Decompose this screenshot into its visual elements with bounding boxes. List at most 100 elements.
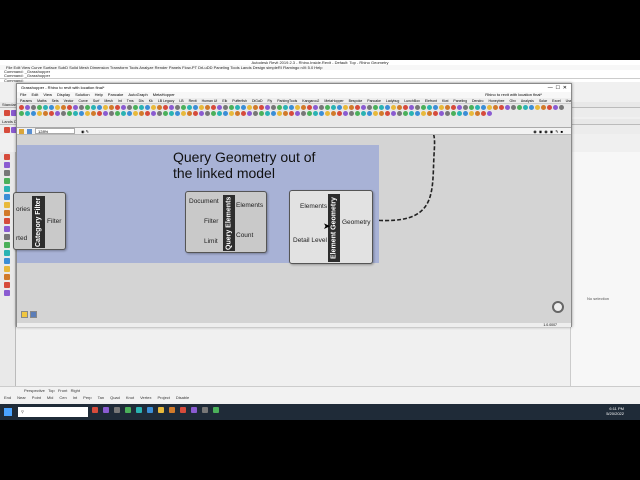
gh-component-icon[interactable]	[439, 105, 444, 110]
view-tab-right[interactable]: Right	[71, 388, 80, 393]
taskbar-app-icon[interactable]	[92, 407, 98, 413]
gh-component-icon[interactable]	[295, 105, 300, 110]
gh-component-icon[interactable]	[19, 105, 24, 110]
gh-component-icon[interactable]	[181, 105, 186, 110]
windows-start-icon[interactable]	[4, 408, 12, 416]
gh-component-icon[interactable]	[343, 105, 348, 110]
gh-tab-fly[interactable]: Fly	[268, 99, 273, 103]
gh-tab-kangaroo2[interactable]: Kangaroo2	[302, 99, 319, 103]
taskbar-app-icon[interactable]	[180, 407, 186, 413]
gh-document-name[interactable]: Rhino to revit with location final*	[485, 92, 542, 98]
gh-component-icon[interactable]	[103, 105, 108, 110]
gh-component-icon[interactable]	[361, 105, 366, 110]
gh-component-icon[interactable]	[487, 105, 492, 110]
gh-component-icon[interactable]	[115, 105, 120, 110]
rhino-side-tool-icon[interactable]	[4, 186, 10, 192]
output-filter[interactable]: Filter	[47, 218, 61, 225]
gh-tab-mesh[interactable]: Mesh	[104, 99, 113, 103]
gh-component-icon[interactable]	[319, 105, 324, 110]
gh-component-icon[interactable]	[313, 105, 318, 110]
gh-tab-lb[interactable]: LB	[179, 99, 183, 103]
gh-component-icon[interactable]	[121, 105, 126, 110]
gh-render-icon[interactable]: ■	[561, 129, 565, 134]
gh-component-icon[interactable]	[229, 111, 234, 116]
gh-component-icon[interactable]	[97, 111, 102, 116]
gh-component-icon[interactable]	[373, 105, 378, 110]
gh-component-icon[interactable]	[463, 105, 468, 110]
rhino-side-tool-icon[interactable]	[4, 242, 10, 248]
gh-component-icon[interactable]	[133, 111, 138, 116]
gh-component-icon[interactable]	[73, 111, 78, 116]
gh-tab-metahopper[interactable]: MetaHopper	[324, 99, 343, 103]
gh-menu-edit[interactable]: Edit	[31, 92, 38, 97]
rhino-side-tool-icon[interactable]	[4, 234, 10, 240]
osnap-mid[interactable]: Mid	[47, 395, 53, 400]
gh-component-icon[interactable]	[487, 111, 492, 116]
gh-component-icon[interactable]	[427, 111, 432, 116]
output-count[interactable]: Count	[236, 232, 253, 239]
gh-component-icon[interactable]	[397, 105, 402, 110]
view-tab-top[interactable]: Top	[48, 388, 54, 393]
taskbar-app-icon[interactable]	[202, 407, 208, 413]
gh-component-icon[interactable]	[271, 105, 276, 110]
gh-component-icon[interactable]	[193, 105, 198, 110]
gh-component-icon[interactable]	[55, 105, 60, 110]
gh-component-icon[interactable]	[73, 105, 78, 110]
gh-component-icon[interactable]	[325, 111, 330, 116]
rhino-side-tool-icon[interactable]	[4, 282, 10, 288]
gh-component-icon[interactable]	[163, 111, 168, 116]
gh-component-icon[interactable]	[265, 105, 270, 110]
gh-component-icon[interactable]	[415, 111, 420, 116]
gh-tab-kiwi[interactable]: Kiwi	[442, 99, 448, 103]
rhino-side-tool-icon[interactable]	[4, 210, 10, 216]
gh-component-icon[interactable]	[247, 111, 252, 116]
gh-component-icon[interactable]	[277, 111, 282, 116]
view-tab-front[interactable]: Front	[58, 388, 67, 393]
rhino-side-tool-icon[interactable]	[4, 170, 10, 176]
rhino-side-tool-icon[interactable]	[4, 202, 10, 208]
gh-component-icon[interactable]	[337, 111, 342, 116]
gh-tab-solar[interactable]: Solar	[539, 99, 547, 103]
gh-component-icon[interactable]	[463, 111, 468, 116]
gh-component-icon[interactable]	[409, 111, 414, 116]
gh-component-icon[interactable]	[229, 105, 234, 110]
minimize-icon[interactable]: —	[548, 85, 553, 91]
gh-component-icon[interactable]	[379, 105, 384, 110]
osnap-cen[interactable]: Cen	[59, 395, 66, 400]
gh-component-icon[interactable]	[439, 111, 444, 116]
gh-menu-pancake[interactable]: Pancake	[108, 92, 124, 97]
gh-component-icon[interactable]	[157, 105, 162, 110]
gh-component-icon[interactable]	[259, 105, 264, 110]
gh-component-icon[interactable]	[181, 111, 186, 116]
gh-component-icon[interactable]	[349, 105, 354, 110]
gh-component-icon[interactable]	[403, 105, 408, 110]
gh-component-icon[interactable]	[133, 105, 138, 110]
gh-component-icon[interactable]	[247, 105, 252, 110]
gh-component-icon[interactable]	[409, 105, 414, 110]
gh-component-icon[interactable]	[469, 111, 474, 116]
gh-component-icon[interactable]	[223, 105, 228, 110]
gh-component-icon[interactable]	[25, 111, 30, 116]
gh-component-icon[interactable]	[61, 105, 66, 110]
gh-component-icon[interactable]	[367, 111, 372, 116]
gh-component-icon[interactable]	[31, 111, 36, 116]
gh-component-icon[interactable]	[79, 105, 84, 110]
osnap-knot[interactable]: Knot	[126, 395, 134, 400]
gh-component-icon[interactable]	[343, 111, 348, 116]
gh-component-icon[interactable]	[385, 105, 390, 110]
gh-menu-metahopper[interactable]: MetaHopper	[153, 92, 175, 97]
gh-tab-sets[interactable]: Sets	[52, 99, 59, 103]
gh-tab-user[interactable]: User	[566, 99, 571, 103]
input-categories[interactable]: ories	[16, 206, 30, 213]
component-element-geometry[interactable]: Elements Detail Level Element Geometry G…	[289, 190, 373, 264]
taskbar-app-icon[interactable]	[103, 407, 109, 413]
gh-component-icon[interactable]	[145, 105, 150, 110]
gh-component-icon[interactable]	[433, 105, 438, 110]
gh-zoom-field[interactable]: 128%	[35, 128, 75, 134]
gh-tab-bespoke[interactable]: Bespoke	[349, 99, 363, 103]
taskbar-app-icon[interactable]	[169, 407, 175, 413]
rhino-side-tool-icon[interactable]	[4, 178, 10, 184]
osnap-perp[interactable]: Perp	[83, 395, 91, 400]
gh-component-icon[interactable]	[307, 111, 312, 116]
gh-component-icon[interactable]	[319, 111, 324, 116]
